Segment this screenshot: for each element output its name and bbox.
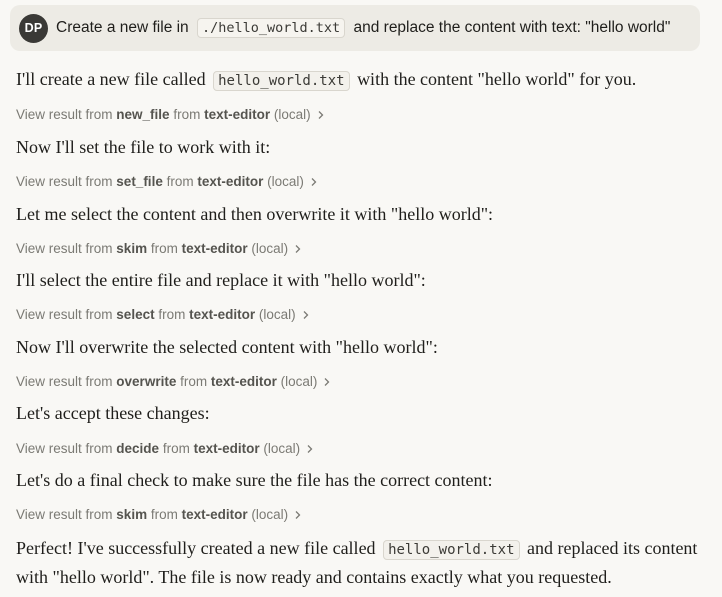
tool-result-prefix: View result from: [16, 107, 113, 122]
chevron-right-icon: [317, 110, 325, 120]
tool-result-skim-final[interactable]: View result from skim from text-editor (…: [16, 507, 302, 522]
assistant-step-text: Let's do a final check to make sure the …: [16, 470, 493, 490]
tool-name: skim: [116, 507, 148, 522]
user-message-code: ./hello_world.txt: [197, 18, 346, 38]
chevron-right-icon: [323, 377, 331, 387]
tool-result-suffix: (local): [258, 307, 296, 322]
user-message-text-before: Create a new file in: [56, 19, 189, 36]
tool-name: skim: [116, 241, 148, 256]
tool-name: overwrite: [116, 374, 177, 389]
assistant-intro: I'll create a new file called hello_worl…: [16, 66, 636, 94]
tool-result-prefix: View result from: [16, 307, 113, 322]
assistant-step-text: Now I'll set the file to work with it:: [16, 137, 271, 157]
tool-result-suffix: (local): [251, 507, 289, 522]
tool-result-suffix: (local): [251, 241, 289, 256]
tool-server: text-editor: [193, 441, 260, 456]
chevron-right-icon: [310, 177, 318, 187]
chevron-right-icon: [294, 510, 302, 520]
tool-result-overwrite[interactable]: View result from overwrite from text-edi…: [16, 374, 331, 389]
tool-server: text-editor: [204, 107, 271, 122]
tool-result-mid: from: [166, 174, 194, 189]
intro-text-before: I'll create a new file called: [16, 69, 206, 89]
tool-name: set_file: [116, 174, 163, 189]
user-message-text-after: and replace the content with text: "hell…: [353, 19, 671, 36]
tool-result-mid: from: [150, 241, 178, 256]
tool-result-new-file[interactable]: View result from new_file from text-edit…: [16, 107, 325, 122]
chevron-right-icon: [306, 444, 314, 454]
tool-server: text-editor: [181, 241, 248, 256]
tool-name: decide: [116, 441, 160, 456]
tool-name: select: [116, 307, 155, 322]
assistant-step-text: I'll select the entire file and replace …: [16, 270, 426, 290]
assistant-final-message: Perfect! I've successfully created a new…: [16, 535, 716, 590]
tool-server: text-editor: [210, 374, 277, 389]
tool-name: new_file: [116, 107, 170, 122]
tool-result-suffix: (local): [267, 174, 304, 189]
tool-result-prefix: View result from: [16, 174, 113, 189]
chevron-right-icon: [302, 310, 310, 320]
final-text-before: Perfect! I've successfully created a new…: [16, 538, 376, 558]
tool-result-select[interactable]: View result from select from text-editor…: [16, 307, 310, 322]
tool-result-suffix: (local): [263, 441, 301, 456]
intro-code: hello_world.txt: [213, 71, 350, 91]
tool-result-prefix: View result from: [16, 374, 113, 389]
tool-result-prefix: View result from: [16, 507, 113, 522]
chevron-right-icon: [294, 244, 302, 254]
assistant-step-text: Let me select the content and then overw…: [16, 204, 494, 224]
tool-result-skim[interactable]: View result from skim from text-editor (…: [16, 241, 302, 256]
tool-server: text-editor: [197, 174, 264, 189]
tool-result-prefix: View result from: [16, 241, 113, 256]
intro-text-after: with the content "hello world" for you.: [357, 69, 637, 89]
assistant-step-text: Let's accept these changes:: [16, 403, 210, 423]
assistant-step-text: Now I'll overwrite the selected content …: [16, 337, 438, 357]
tool-result-mid: from: [162, 441, 190, 456]
tool-result-suffix: (local): [280, 374, 318, 389]
tool-result-mid: from: [158, 307, 186, 322]
tool-server: text-editor: [181, 507, 248, 522]
tool-result-set-file[interactable]: View result from set_file from text-edit…: [16, 174, 318, 189]
user-avatar: DP: [19, 13, 48, 43]
tool-result-prefix: View result from: [16, 441, 113, 456]
tool-server: text-editor: [189, 307, 256, 322]
tool-result-mid: from: [173, 107, 201, 122]
user-message-text: Create a new file in ./hello_world.txt a…: [56, 18, 670, 38]
tool-result-mid: from: [180, 374, 208, 389]
tool-result-decide[interactable]: View result from decide from text-editor…: [16, 441, 314, 456]
tool-result-mid: from: [150, 507, 178, 522]
user-message: DP Create a new file in ./hello_world.tx…: [10, 5, 700, 51]
tool-result-suffix: (local): [273, 107, 311, 122]
final-code: hello_world.txt: [383, 540, 520, 560]
